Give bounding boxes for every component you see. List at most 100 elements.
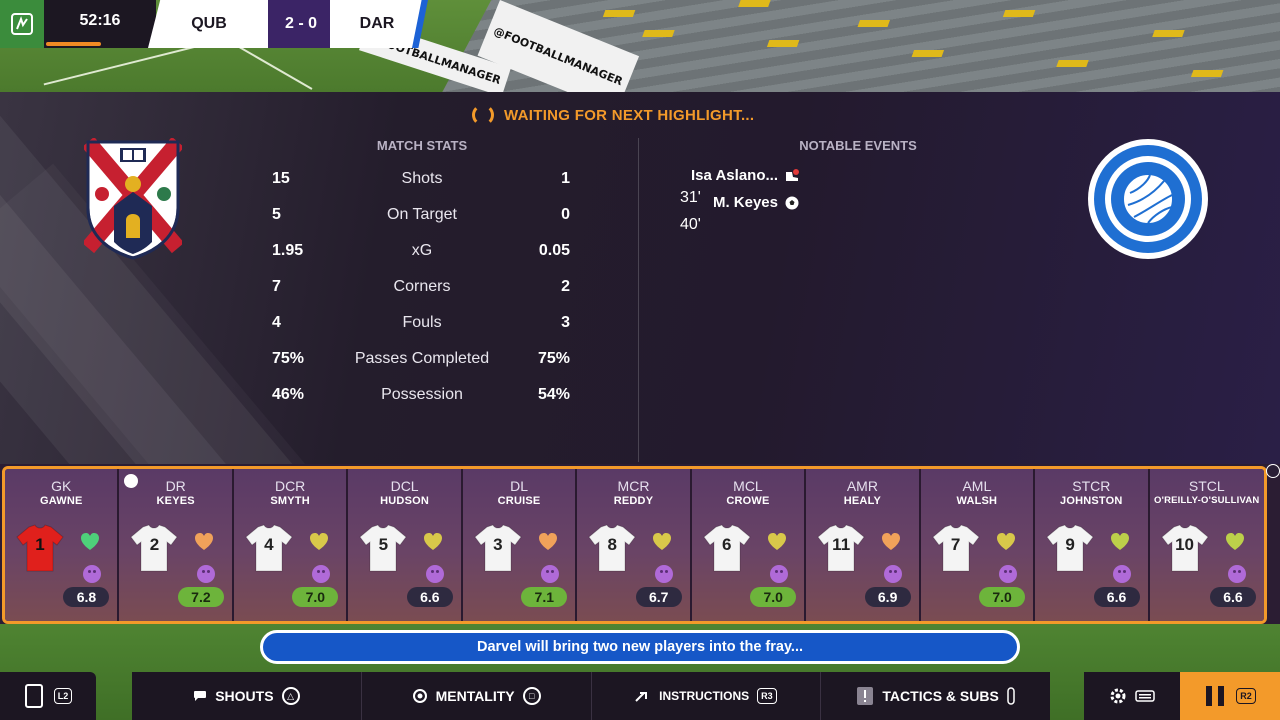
clock-icon xyxy=(1266,464,1280,478)
player-rating: 7.0 xyxy=(979,587,1026,607)
football-icon xyxy=(1122,173,1174,225)
shirt-number: 3 xyxy=(493,535,503,554)
stat-label: Passes Completed xyxy=(354,350,490,367)
player-card[interactable]: MCL CROWE 6 7.0 xyxy=(691,469,807,621)
condition-heart-icon xyxy=(882,533,901,550)
competition-logo-icon xyxy=(11,13,33,35)
stat-row: 15 Shots 1 xyxy=(262,162,582,198)
pause-icon xyxy=(1206,686,1225,706)
stat-row: 7 Corners 2 xyxy=(262,270,582,306)
competition-logo xyxy=(0,0,44,48)
event-item[interactable]: M. Keyes 40' xyxy=(680,189,920,233)
stat-away-value: 3 xyxy=(561,314,570,331)
player-card[interactable]: DCR SMYTH 4 7.0 xyxy=(233,469,349,621)
player-card[interactable]: GK GAWNE 1 6.8 xyxy=(5,469,120,621)
shirt-number: 6 xyxy=(721,535,732,554)
player-card[interactable]: DCL HUDSON 5 6.6 xyxy=(348,469,463,621)
shouts-label: SHOUTS xyxy=(215,688,274,704)
speech-bubble-icon xyxy=(194,691,207,701)
player-rating: 7.2 xyxy=(177,587,224,607)
player-name: HUDSON xyxy=(380,495,430,507)
stat-away-value: 0 xyxy=(561,206,570,223)
player-card[interactable]: MCR REDDY 8 6.7 xyxy=(577,469,692,621)
football-icon xyxy=(785,196,799,209)
keyboard-icon xyxy=(1135,690,1155,702)
condition-heart-icon xyxy=(1111,533,1130,550)
tactics-subs-button[interactable]: TACTICS & SUBS xyxy=(821,672,1050,720)
triangle-button-icon: △ xyxy=(281,687,300,705)
stat-label: Fouls xyxy=(402,314,442,331)
player-rating: 6.6 xyxy=(1209,587,1256,607)
stat-away-value: 2 xyxy=(561,278,570,295)
shirt-number: 10 xyxy=(1175,535,1194,554)
tablet-button[interactable]: L2 xyxy=(0,672,96,720)
shirt-number: 7 xyxy=(950,535,961,554)
away-team-crest xyxy=(1088,139,1208,259)
morale-face-icon xyxy=(311,565,330,583)
l2-button-badge: L2 xyxy=(53,688,73,704)
player-card[interactable]: STCL O'REILLY-O'SULLIVAN 10 6.6 xyxy=(1149,469,1264,621)
player-card[interactable]: STCR JOHNSTON 9 6.6 xyxy=(1035,469,1150,621)
event-minute: 40' xyxy=(680,216,701,233)
event-item[interactable]: Isa Aslano... 31' xyxy=(680,162,920,206)
player-position: STCR xyxy=(1072,478,1111,494)
condition-heart-icon xyxy=(767,533,786,550)
player-rating: 7.0 xyxy=(750,587,797,607)
morale-face-icon xyxy=(655,565,674,583)
condition-heart-icon xyxy=(538,533,557,550)
stat-home-value: 5 xyxy=(272,206,281,223)
settings-button[interactable] xyxy=(1084,672,1180,720)
morale-face-icon xyxy=(540,565,559,583)
bottom-toolbar: SHOUTS △ MENTALITY □ INSTRUCTIONS R3 TAC… xyxy=(132,672,1050,720)
stat-label: Shots xyxy=(401,170,443,187)
player-position: STCL xyxy=(1188,478,1225,494)
stat-home-value: 75% xyxy=(272,350,305,367)
pause-button[interactable]: R2 xyxy=(1180,672,1280,720)
shirt-number: 8 xyxy=(607,535,617,554)
event-player: M. Keyes xyxy=(712,194,778,211)
stat-row: 5 On Target 0 xyxy=(262,198,582,234)
loading-spinner-icon xyxy=(472,104,494,126)
shouts-button[interactable]: SHOUTS △ xyxy=(132,672,362,720)
match-clock: 52:16 xyxy=(44,0,156,48)
instructions-button[interactable]: INSTRUCTIONS R3 xyxy=(592,672,822,720)
stat-row: 4 Fouls 3 xyxy=(262,306,582,342)
stat-home-value: 46% xyxy=(272,386,305,403)
gear-icon xyxy=(1110,688,1126,704)
morale-face-icon xyxy=(426,565,445,583)
match-progress-bar xyxy=(46,42,101,46)
shirt-number: 9 xyxy=(1065,535,1075,554)
player-position: DCR xyxy=(274,478,306,494)
player-rating: 6.6 xyxy=(1093,587,1140,607)
player-name: HEALY xyxy=(843,495,882,507)
stat-away-value: 0.05 xyxy=(538,242,570,259)
mentality-dial-icon xyxy=(412,689,427,703)
player-name: REDDY xyxy=(613,495,654,507)
away-team-abbr: DAR xyxy=(330,0,424,48)
player-name: KEYES xyxy=(156,495,195,507)
player-name: O'REILLY-O'SULLIVAN xyxy=(1154,495,1260,506)
stat-label: On Target xyxy=(387,206,457,223)
shirt-number: 2 xyxy=(149,535,160,554)
morale-face-icon xyxy=(884,565,903,583)
score: 2 - 0 xyxy=(268,0,334,48)
notable-events-list: Isa Aslano... 31' M. Keyes 40' xyxy=(680,162,920,233)
player-card[interactable]: AMR HEALY 11 6.9 xyxy=(806,469,921,621)
player-card[interactable]: AML WALSH 7 7.0 xyxy=(920,469,1036,621)
player-card[interactable]: DL CRUISE 3 7.1 xyxy=(462,469,578,621)
stat-row: 75% Passes Completed 75% xyxy=(262,342,582,378)
stat-home-value: 7 xyxy=(272,278,281,295)
football-boot-icon xyxy=(786,168,799,181)
match-stats-table: 15 Shots 1 5 On Target 0 1.95 xG 0.05 7 … xyxy=(262,162,582,414)
player-rating: 6.9 xyxy=(864,587,911,607)
player-name: WALSH xyxy=(956,495,998,507)
event-player: Isa Aslano... xyxy=(691,167,778,184)
player-position: MCL xyxy=(733,478,763,494)
player-card[interactable]: DR KEYES 2 7.2 xyxy=(119,469,234,621)
commentary-banner: Darvel will bring two new players into t… xyxy=(260,630,1020,664)
mentality-button[interactable]: MENTALITY □ xyxy=(362,672,592,720)
stat-home-value: 15 xyxy=(272,170,290,187)
commentary-text: Darvel will bring two new players into t… xyxy=(476,639,804,655)
touchpad-icon xyxy=(1007,687,1015,705)
shirt-number: 5 xyxy=(378,535,389,554)
